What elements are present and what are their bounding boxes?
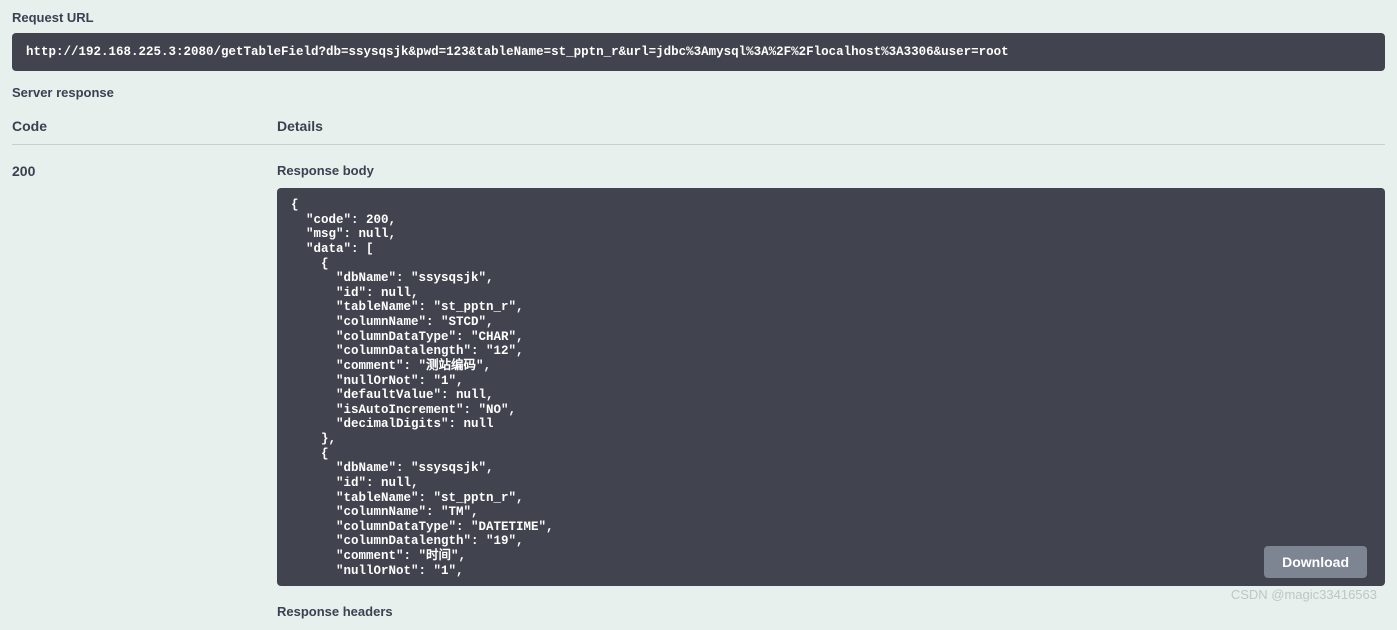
watermark: CSDN @magic33416563: [1231, 587, 1377, 602]
download-button[interactable]: Download: [1264, 546, 1367, 578]
request-url-label: Request URL: [12, 10, 1385, 25]
response-headers-label: Response headers: [277, 604, 1385, 619]
code-column-header: Code: [12, 118, 277, 134]
details-column-header: Details: [277, 118, 1385, 134]
response-data-row: 200 Response body { "code": 200, "msg": …: [12, 163, 1385, 619]
server-response-label: Server response: [12, 85, 1385, 100]
response-body-label: Response body: [277, 163, 1385, 178]
response-body-box[interactable]: { "code": 200, "msg": null, "data": [ { …: [277, 188, 1385, 586]
response-details-content: Response body { "code": 200, "msg": null…: [277, 163, 1385, 619]
response-header-row: Code Details: [12, 118, 1385, 145]
request-url-box: http://192.168.225.3:2080/getTableField?…: [12, 33, 1385, 71]
response-code-value: 200: [12, 163, 277, 619]
